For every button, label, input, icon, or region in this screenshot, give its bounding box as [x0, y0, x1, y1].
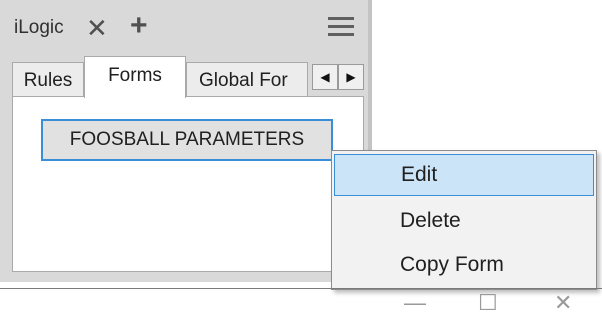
tab-forms[interactable]: Forms	[84, 56, 186, 98]
tab-strip: Rules Forms Global For ◀ ▶	[12, 56, 364, 98]
foosball-parameters-button[interactable]: FOOSBALL PARAMETERS	[41, 119, 333, 161]
forms-content: FOOSBALL PARAMETERS	[12, 96, 364, 272]
window-divider	[0, 288, 602, 289]
hamburger-icon[interactable]	[328, 17, 354, 37]
tab-rules[interactable]: Rules	[12, 62, 84, 96]
panel-titlebar: iLogic ✕ +	[0, 0, 368, 58]
panel-title: iLogic	[14, 17, 64, 38]
maximize-icon[interactable]: ☐	[478, 290, 498, 316]
close-panel-icon[interactable]: ✕	[86, 10, 108, 46]
ilogic-panel: iLogic ✕ + Rules Forms Global For ◀ ▶ FO…	[0, 0, 372, 282]
scroll-left-icon[interactable]: ◀	[312, 64, 338, 90]
close-window-icon[interactable]: ✕	[554, 290, 572, 316]
add-panel-icon[interactable]: +	[130, 8, 148, 44]
tab-global-forms[interactable]: Global For	[186, 62, 308, 96]
context-menu: Edit Delete Copy Form	[331, 150, 597, 290]
menu-item-edit[interactable]: Edit	[334, 154, 594, 196]
menu-item-delete[interactable]: Delete	[334, 200, 594, 242]
tab-scroll-buttons: ◀ ▶	[308, 64, 368, 90]
minimize-icon[interactable]: —	[404, 290, 426, 316]
scroll-right-icon[interactable]: ▶	[338, 64, 364, 90]
menu-item-copy-form[interactable]: Copy Form	[334, 244, 594, 286]
